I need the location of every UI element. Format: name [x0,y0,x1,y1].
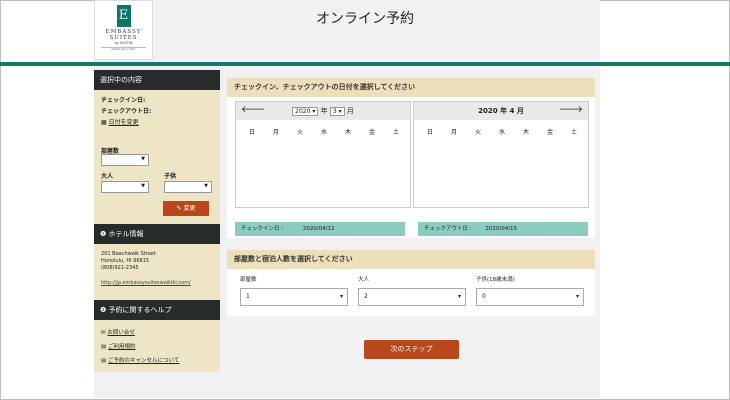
phone: (808)921-2345 [101,265,139,271]
help-link-contact[interactable]: ✉ お問い合せ [101,326,179,340]
selection-header: 選択中の内容 [94,70,220,90]
hotel-address: 201 Beachwalk Street Honolulu, HI 96815 … [101,251,156,272]
address-line1: 201 Beachwalk Street [101,251,156,257]
weekday-label: 水 [320,129,327,136]
checkout-label: チェックアウト日: [101,108,152,115]
logo-by: by HILTON [114,41,133,45]
checkin-label: チェックイン日: [101,97,146,104]
change-dates-row[interactable]: ▦ 日付を変更 [94,117,220,126]
month-select[interactable]: 3 ▾ [329,107,345,116]
rooms-field-label: 部屋数 [240,277,257,283]
weekday-label: 金 [546,129,553,136]
rooms-select[interactable]: ▼ [101,154,149,166]
weekday-label: 火 [296,129,303,136]
checkin-display: チェックイン日 : 2020/04/12 [235,222,405,236]
children-select[interactable]: ▼ [164,181,212,193]
change-dates-link[interactable]: 日付を変更 [109,119,139,126]
header-divider [0,62,730,66]
rooms-card: 部屋数と宿泊人数を選択してください 部屋数 大人 子供(18歳未満) 1 ▾ 2 ▾… [227,250,595,316]
chevron-down-icon: ▼ [141,156,145,162]
chevron-down-icon: ▾ [575,293,579,300]
adults-dropdown-value: 2 [364,293,368,300]
weekday-label: 火 [474,129,481,136]
info-icon: ❶ [100,230,109,238]
chevron-down-icon: ▼ [204,183,208,189]
sidebar: 選択中の内容 チェックイン日: チェックアウト日: ▦ 日付を変更 部屋数 ▼ … [94,70,220,372]
calendar-april: 2020 年 4 月 🡒 日月火水木金土 [413,101,589,208]
chevron-down-icon: ▾ [339,293,343,300]
rooms-dropdown-value: 1 [246,293,250,300]
chevron-down-icon: ▾ [457,293,461,300]
help-links: ✉ お問い合せ ▤ ご利用規約 ▤ ご予約のキャンセルについて [101,326,179,368]
adults-select[interactable]: ▼ [101,181,149,193]
weekday-label: 金 [368,129,375,136]
help-header: ❷ 予約に関するヘルプ [94,300,220,320]
calendar-march: 🡐 2020 ▾ 年 3 ▾ 月 日月火水木金土 [235,101,411,208]
rooms-header: 部屋数と宿泊人数を選択してください [227,250,595,269]
weekday-label: 月 [272,129,279,136]
document-icon: ▤ [101,344,108,350]
weekday-label: 日 [248,129,255,136]
checkout-display: チェックアウト日 : 2020/04/15 [418,222,588,236]
weekday-label: 土 [570,129,577,136]
logo-name: EMBASSY SUITES [105,29,142,41]
calendar-icon: ▦ [101,119,107,126]
address-line2: Honolulu, HI 96815 [101,258,150,264]
website-link[interactable]: http://jp.embassysuiteswaikiki.com/ [101,280,191,286]
checkout-display-value: 2020/04/15 [485,226,518,232]
weekday-label: 土 [392,129,399,136]
weekday-label: 水 [498,129,505,136]
next-month-icon[interactable]: 🡒 [559,104,583,115]
next-step-button[interactable]: 次のステップ [364,340,459,359]
month-selector: 2020 ▾ 年 3 ▾ 月 [236,106,410,116]
hotel-info-header: ❶ ホテル情報 [94,224,220,244]
rooms-dropdown[interactable]: 1 ▾ [240,288,348,306]
logo-location: Waikiki Beach Walk [101,47,146,51]
checkin-display-label: チェックイン日 : [241,226,284,232]
adults-field-label: 大人 [358,277,370,283]
question-icon: ❷ [100,306,109,314]
date-selection-card: チェックイン、チェックアウトの日付を選択してください 🡐 2020 ▾ 年 3 … [227,78,595,238]
weekday-label: 日 [426,129,433,136]
weekday-label: 月 [450,129,457,136]
children-dropdown[interactable]: 0 ▾ [476,288,584,306]
chevron-down-icon: ▼ [141,183,145,189]
document-icon: ▤ [101,358,108,364]
page-title: オンライン予約 [316,11,414,27]
children-field-label: 子供(18歳未満) [476,277,515,283]
help-link-cancel[interactable]: ▤ ご予約のキャンセルについて [101,354,179,368]
weekday-label: 木 [344,129,351,136]
weekday-label: 木 [522,129,529,136]
adults-dropdown[interactable]: 2 ▾ [358,288,466,306]
change-button[interactable]: ✎ 変更 [163,201,209,216]
checkin-display-value: 2020/04/12 [302,226,335,232]
checkout-display-label: チェックアウト日 : [424,226,472,232]
help-link-terms[interactable]: ▤ ご利用規約 [101,340,179,354]
date-header: チェックイン、チェックアウトの日付を選択してください [227,78,595,97]
year-select[interactable]: 2020 ▾ [292,107,319,116]
children-dropdown-value: 0 [482,293,486,300]
